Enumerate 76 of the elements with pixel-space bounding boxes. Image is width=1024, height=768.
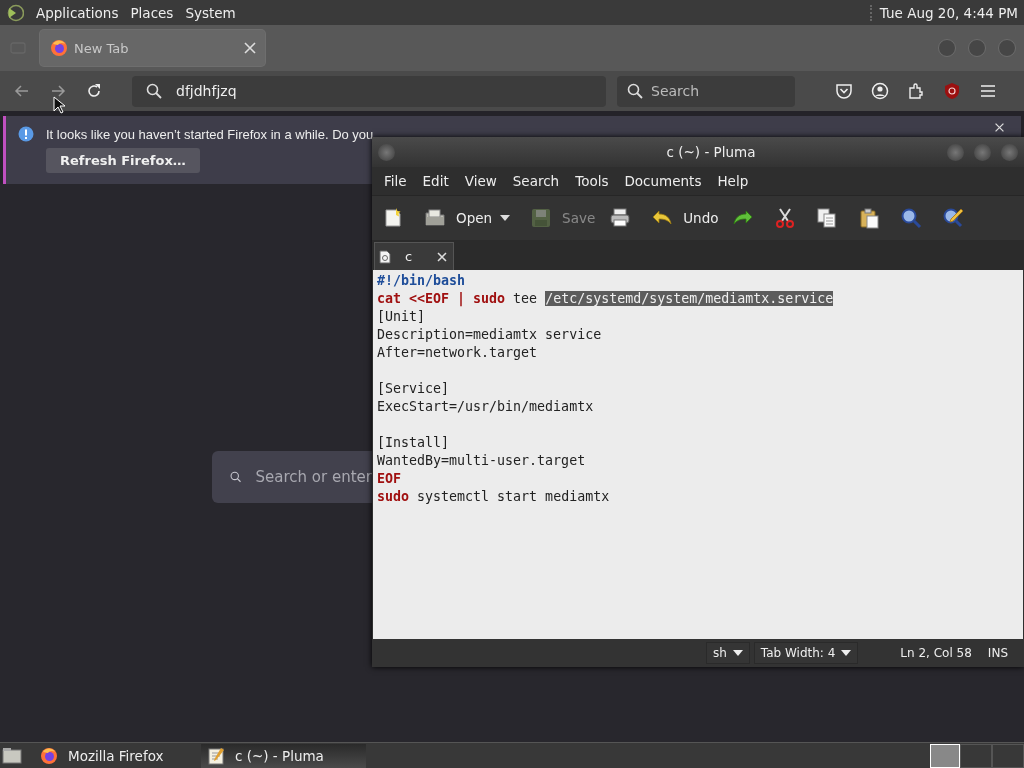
code-text: After=network.target — [377, 345, 538, 360]
find-replace-icon[interactable] — [942, 207, 965, 229]
scissors-icon[interactable] — [774, 207, 797, 229]
menu-item[interactable]: Help — [709, 173, 757, 189]
language-dropdown[interactable]: sh — [706, 642, 750, 664]
menu-item[interactable]: File — [376, 173, 415, 189]
notification-message: It looks like you haven’t started Firefox in a while. Do you — [46, 126, 374, 142]
menu-item[interactable]: Tools — [567, 173, 617, 189]
taskbar-button[interactable]: Mozilla Firefox — [34, 743, 199, 768]
text-editor[interactable] — [373, 270, 1023, 639]
code-text: systemctl start mediamtx — [416, 489, 610, 504]
account-icon[interactable] — [871, 82, 889, 100]
pocket-icon[interactable] — [835, 82, 853, 100]
refresh-button[interactable]: Refresh Firefox… — [46, 148, 200, 173]
tab-width-dropdown[interactable]: Tab Width: 4 — [753, 642, 859, 664]
menu-item[interactable]: View — [456, 173, 505, 189]
magnifier-icon[interactable] — [900, 207, 923, 229]
shield-icon[interactable] — [943, 82, 961, 100]
address-bar[interactable]: dfjdhfjzq — [132, 75, 606, 107]
code-text: [Unit] — [377, 309, 426, 324]
copy-icon[interactable] — [816, 207, 839, 229]
code-text: WantedBy=multi-user.target — [377, 453, 586, 468]
search-field[interactable]: Search — [617, 75, 795, 107]
panel-menu[interactable]: System — [185, 4, 236, 21]
puzzle-icon[interactable] — [907, 82, 925, 100]
forward-icon[interactable] — [50, 83, 66, 99]
back-icon[interactable] — [14, 83, 30, 99]
search-icon — [627, 83, 643, 99]
mate-logo-icon[interactable] — [6, 3, 24, 22]
insert-mode: INS — [987, 646, 1008, 660]
code-text: EOF — [377, 471, 402, 486]
toolbar-button[interactable]: Open — [424, 207, 493, 229]
selected-text: /etc/systemd/system/mediamtx.service — [545, 291, 834, 306]
menu-item[interactable]: Documents — [616, 173, 710, 189]
reload-icon[interactable] — [86, 83, 102, 99]
code-text: cat <<EOF | sudo — [377, 291, 506, 306]
info-icon — [18, 126, 34, 142]
code-text: sudo — [377, 489, 410, 504]
cursor-position: Ln 2, Col 58 — [900, 646, 972, 660]
notepad-icon — [207, 746, 225, 765]
code-text: [Service] — [377, 381, 450, 396]
code-text: tee — [512, 291, 539, 306]
code-text: #!/bin/bash — [377, 273, 466, 288]
close-icon[interactable] — [243, 41, 257, 55]
menu-icon[interactable] — [979, 82, 997, 100]
folder-icon — [424, 207, 446, 229]
clock[interactable]: Tue Aug 20, 4:44 PM — [869, 4, 1018, 21]
tab-title: New Tab — [74, 40, 130, 56]
workspace-switcher[interactable] — [930, 743, 1024, 768]
code-text: Description=mediamtx service — [377, 327, 602, 342]
printer-icon[interactable] — [609, 207, 632, 229]
firefox-icon — [50, 39, 68, 57]
document-icon — [379, 249, 391, 264]
menu-item[interactable]: Search — [504, 173, 568, 189]
taskbar-button[interactable]: c (~) - Pluma — [201, 743, 366, 768]
new-document-icon[interactable] — [382, 207, 404, 229]
panel-menu[interactable]: Places — [130, 4, 174, 21]
search-icon — [146, 83, 162, 99]
panel-menu[interactable]: Applications — [36, 4, 119, 21]
code-text: ExecStart=/usr/bin/mediamtx — [377, 399, 594, 414]
code-text: [Install] — [377, 435, 450, 450]
floppy-icon — [530, 207, 553, 229]
firefox-icon — [40, 746, 58, 765]
close-icon[interactable] — [437, 251, 447, 262]
cursor-icon — [53, 96, 65, 114]
toolbar-button[interactable]: Undo — [651, 207, 719, 229]
dropdown-caret-icon — [732, 650, 743, 656]
dropdown-caret-icon — [841, 650, 852, 656]
show-desktop-icon[interactable] — [2, 746, 22, 765]
close-icon[interactable] — [994, 122, 1005, 133]
dropdown-caret-icon[interactable] — [500, 215, 511, 221]
document-tab[interactable]: c — [374, 242, 454, 270]
clipboard-icon[interactable] — [858, 207, 881, 229]
window-title: c (~) - Pluma — [665, 144, 757, 160]
menu-item[interactable]: Edit — [414, 173, 457, 189]
search-field[interactable]: Search or enter — [212, 451, 372, 503]
